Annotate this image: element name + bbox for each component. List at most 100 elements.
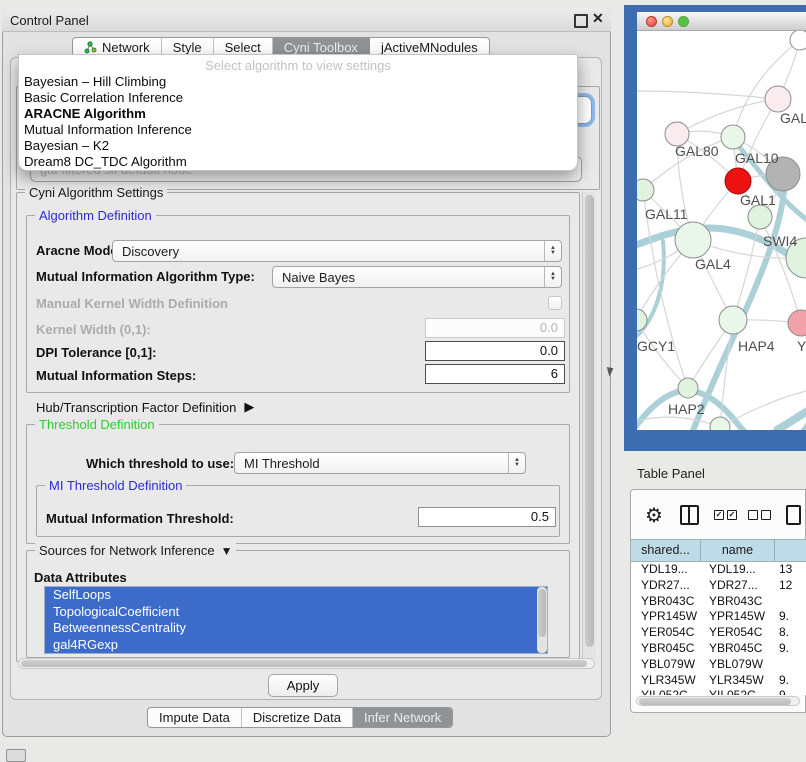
which-threshold-label: Which threshold to use: (86, 456, 234, 471)
table-cell: 12 (775, 578, 806, 594)
network-node[interactable] (788, 310, 806, 336)
dpi-tolerance-field[interactable]: 0.0 (425, 341, 565, 361)
float-window-icon[interactable] (574, 14, 588, 28)
network-node-swi4[interactable] (748, 205, 772, 229)
algorithm-option[interactable]: Dream8 DC_TDC Algorithm (19, 154, 577, 170)
table-horizontal-scrollbar[interactable] (636, 696, 800, 706)
sources-title: Sources for Network Inference (39, 543, 215, 558)
mi-steps-field[interactable]: 6 (425, 364, 565, 384)
minimize-traffic-light-icon[interactable] (662, 16, 673, 27)
close-traffic-light-icon[interactable] (646, 16, 657, 27)
dpi-tolerance-label: DPI Tolerance [0,1]: (36, 345, 156, 360)
table-header-row: shared... name (631, 539, 806, 562)
network-node-gal4[interactable] (675, 222, 711, 258)
algorithm-option[interactable]: Bayesian – Hill Climbing (19, 74, 577, 90)
table-cell: YBL079W (631, 657, 701, 673)
attribute-list-item[interactable]: SelfLoops (45, 587, 547, 604)
bottom-tabbar: Impute Data Discretize Data Infer Networ… (147, 707, 453, 728)
node-label: SWI4 (763, 233, 797, 249)
stepper-arrows-icon: ▲▼ (508, 453, 525, 473)
data-attributes-list[interactable]: SelfLoopsTopologicalCoefficientBetweenne… (44, 586, 548, 654)
network-node[interactable] (790, 31, 806, 50)
algorithm-dropdown-popup: Select algorithm to view settings Bayesi… (18, 54, 578, 171)
hub-definition-label: Hub/Transcription Factor Definition (36, 400, 236, 415)
gear-icon[interactable]: ⚙ (645, 503, 663, 528)
threshold-definition-title: Threshold Definition (35, 417, 159, 432)
column-header-shared[interactable]: shared... (631, 540, 701, 561)
close-window-icon[interactable]: ✕ (592, 10, 604, 27)
table-cell: YPR145W (701, 609, 775, 625)
settings-vertical-scrollbar[interactable] (582, 192, 596, 658)
table-cell: YPR145W (631, 609, 701, 625)
settings-horizontal-scrollbar[interactable] (18, 658, 595, 669)
algorithm-option[interactable]: Mutual Information Inference (19, 122, 577, 138)
network-node[interactable] (765, 86, 791, 112)
node-label: HAP4 (738, 338, 775, 354)
table-row[interactable]: YBL079WYBL079W (631, 657, 806, 673)
tab-infer-network[interactable]: Infer Network (353, 708, 452, 727)
table-cell: YIL052C (701, 688, 775, 695)
attribute-list-item[interactable]: gal4RGexp (45, 637, 547, 654)
table-row[interactable]: YDL19...YDL19...13 (631, 562, 806, 578)
kernel-width-field[interactable]: 0.0 (425, 318, 565, 338)
node-label: HAP2 (668, 401, 705, 417)
collapse-down-icon: ▼ (221, 544, 233, 558)
table-cell: YER054C (701, 625, 775, 641)
network-node[interactable] (710, 417, 730, 430)
table-cell: 9. (775, 688, 806, 695)
dock-panel-icon[interactable] (6, 749, 26, 762)
node-label: GAL10 (735, 150, 779, 166)
table-cell: YBR043C (701, 594, 775, 610)
table-cell (775, 594, 806, 610)
table-row[interactable]: YPR145WYPR145W9. (631, 609, 806, 625)
network-node-hap2[interactable] (678, 378, 698, 398)
control-panel-titlebar[interactable] (2, 8, 611, 32)
apply-button[interactable]: Apply (268, 674, 338, 697)
column-header-name[interactable]: name (701, 540, 775, 561)
attribute-list-item[interactable]: BetweennessCentrality (45, 620, 547, 637)
network-icon (84, 41, 97, 54)
algorithm-dropdown-list: Bayesian – Hill ClimbingBasic Correlatio… (19, 74, 577, 170)
mi-algorithm-type-combobox[interactable]: Naive Bayes ▲▼ (272, 266, 562, 288)
table-row[interactable]: YBR045CYBR045C9. (631, 641, 806, 657)
table-row[interactable]: YLR345WYLR345W9. (631, 673, 806, 689)
stepper-arrows-icon: ▲▼ (544, 241, 561, 261)
network-canvas[interactable]: GAL GAL80 GAL10 GAL1 GAL11 SWI4 GAL4 GCY… (637, 31, 806, 430)
stepper-arrows-icon: ▲▼ (544, 267, 561, 287)
manual-kernel-width-checkbox[interactable] (548, 296, 562, 310)
column-header-clipped[interactable] (775, 540, 806, 561)
application-root: Control Panel ✕ Network Style Select Cyn… (0, 0, 806, 762)
attribute-list-item[interactable]: TopologicalCoefficient (45, 604, 547, 621)
algorithm-option[interactable]: Basic Correlation Inference (19, 90, 577, 106)
mi-threshold-label: Mutual Information Threshold: (46, 511, 234, 526)
table-row[interactable]: YIL052CYIL052C9. (631, 688, 806, 695)
network-node-gal10[interactable] (721, 125, 745, 149)
new-table-icon[interactable] (786, 505, 801, 525)
node-label: Y (797, 338, 806, 354)
hub-definition-expander[interactable]: Hub/Transcription Factor Definition ▶ (36, 399, 254, 415)
node-label: GCY1 (637, 338, 675, 354)
table-cell: YBR045C (631, 641, 701, 657)
algorithm-option[interactable]: Bayesian – K2 (19, 138, 577, 154)
attributes-list-scrollbar[interactable] (537, 587, 547, 653)
algorithm-definition-title: Algorithm Definition (35, 208, 156, 223)
network-node-gal11[interactable] (637, 179, 654, 201)
network-node-selected[interactable] (725, 168, 751, 194)
columns-icon[interactable] (680, 505, 699, 525)
table-row[interactable]: YBR043CYBR043C (631, 594, 806, 610)
network-node-hap4[interactable] (719, 306, 747, 334)
which-threshold-combobox[interactable]: MI Threshold ▲▼ (234, 452, 526, 474)
aracne-mode-combobox[interactable]: Discovery ▲▼ (112, 240, 562, 262)
mi-threshold-field[interactable]: 0.5 (418, 507, 556, 527)
table-cell: 9. (775, 673, 806, 689)
tab-impute-data[interactable]: Impute Data (148, 708, 242, 727)
select-all-columns-icon[interactable]: ✓✓ (714, 510, 737, 520)
tab-discretize-data[interactable]: Discretize Data (242, 708, 353, 727)
mi-algorithm-type-value: Naive Bayes (273, 270, 544, 285)
table-row[interactable]: YDR27...YDR27...12 (631, 578, 806, 594)
zoom-traffic-light-icon[interactable] (678, 16, 689, 27)
algorithm-option[interactable]: ARACNE Algorithm (19, 106, 577, 122)
table-row[interactable]: YER054CYER054C8. (631, 625, 806, 641)
sources-title-row[interactable]: Sources for Network Inference ▼ (35, 543, 236, 558)
deselect-all-columns-icon[interactable] (748, 510, 771, 520)
